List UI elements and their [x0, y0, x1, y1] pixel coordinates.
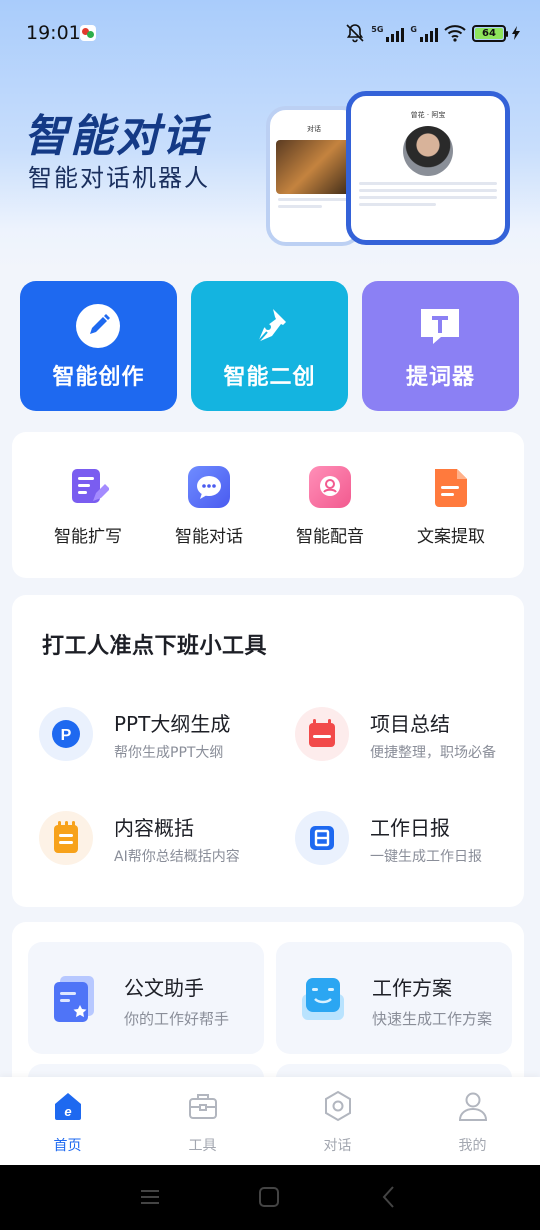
document-extract-icon — [430, 466, 472, 508]
ppt-icon: P — [39, 707, 93, 761]
tab-label: 工具 — [188, 1138, 217, 1154]
voice-icon — [309, 466, 351, 508]
smart-remix-card[interactable]: 智能二创 — [191, 281, 348, 411]
toolbox-icon — [188, 1094, 217, 1119]
mock-front-title: 曾花 · 阿宝 — [410, 111, 446, 119]
quick-action-voice[interactable]: 智能配音 — [266, 466, 394, 547]
back-icon[interactable] — [380, 1185, 398, 1209]
tool-desc: 一键生成工作日报 — [370, 849, 482, 865]
tool-title: 内容概括 — [114, 816, 194, 840]
pen-nib-icon — [257, 309, 286, 343]
bell-muted-icon — [345, 23, 365, 43]
smart-creation-card[interactable]: 智能创作 — [20, 281, 177, 411]
tool-title: PPT大纲生成 — [114, 712, 231, 736]
teleprompter-label: 提词器 — [405, 365, 475, 390]
feature-work-plan[interactable]: 工作方案 快速生成工作方案 — [276, 942, 512, 1054]
tab-chat[interactable]: 对话 — [270, 1089, 405, 1155]
daily-report-icon — [295, 811, 349, 865]
feature-title: 工作方案 — [372, 976, 452, 1000]
tool-title: 工作日报 — [370, 816, 450, 840]
tab-home[interactable]: e 首页 — [0, 1089, 135, 1155]
notepad-icon — [39, 811, 93, 865]
signal-5g-icon: 5G — [371, 24, 405, 42]
chat-bubble-icon — [188, 466, 230, 508]
user-icon — [458, 1092, 487, 1121]
quick-action-label: 智能对话 — [175, 527, 243, 547]
teleprompter-icon — [421, 309, 459, 344]
quick-action-label: 智能扩写 — [54, 527, 122, 547]
status-time: 19:01 — [26, 22, 81, 44]
tools-section-title: 打工人准点下班小工具 — [42, 634, 268, 659]
home-icon: e — [54, 1093, 81, 1120]
quick-action-label: 智能配音 — [296, 527, 364, 547]
tool-project-summary[interactable]: 项目总结 便捷整理，职场必备 — [268, 702, 508, 764]
tool-ppt-outline[interactable]: P PPT大纲生成 帮你生成PPT大纲 — [12, 702, 252, 764]
smart-creation-label: 智能创作 — [52, 365, 145, 390]
tool-title: 项目总结 — [370, 712, 450, 736]
quick-action-expand[interactable]: 智能扩写 — [24, 466, 152, 547]
smart-remix-label: 智能二创 — [223, 365, 316, 390]
tool-desc: AI帮你总结概括内容 — [114, 849, 240, 865]
quick-actions-panel: 智能扩写 智能对话 智能配音 文案提取 — [12, 432, 524, 578]
pencil-icon — [76, 304, 120, 348]
wifi-icon — [444, 24, 466, 42]
feature-desc: 你的工作好帮手 — [124, 1010, 230, 1028]
tool-desc: 便捷整理，职场必备 — [370, 745, 496, 761]
main-feature-cards: 智能创作 智能二创 提词器 — [20, 281, 520, 411]
work-plan-icon — [302, 978, 344, 1020]
tab-label: 我的 — [458, 1138, 487, 1154]
tab-label: 首页 — [53, 1138, 82, 1154]
tab-tools[interactable]: 工具 — [135, 1089, 270, 1155]
tool-desc: 帮你生成PPT大纲 — [114, 745, 224, 761]
quick-action-extract[interactable]: 文案提取 — [387, 466, 515, 547]
app-notification-icon — [80, 25, 96, 41]
features-panel: 公文助手 你的工作好帮手 工作方案 快速生成工作方案 — [12, 922, 524, 1102]
tool-content-summary[interactable]: 内容概括 AI帮你总结概括内容 — [12, 806, 252, 868]
quick-action-chat[interactable]: 智能对话 — [145, 466, 273, 547]
hero-title: 智能对话 — [24, 111, 208, 162]
system-navigation-bar — [0, 1165, 540, 1230]
official-doc-icon — [54, 976, 94, 1022]
svg-text:e: e — [64, 1104, 71, 1119]
calendar-icon — [295, 707, 349, 761]
feature-official-doc[interactable]: 公文助手 你的工作好帮手 — [28, 942, 264, 1054]
svg-text:P: P — [61, 727, 72, 744]
menu-icon[interactable] — [140, 1185, 160, 1209]
tool-daily-report[interactable]: 工作日报 一键生成工作日报 — [268, 806, 508, 868]
mock-avatar-image — [403, 126, 453, 176]
hero-phone-mockup-front: 曾花 · 阿宝 — [346, 91, 510, 245]
teleprompter-card[interactable]: 提词器 — [362, 281, 519, 411]
document-edit-icon — [67, 466, 110, 508]
quick-action-label: 文案提取 — [417, 527, 485, 547]
tab-me[interactable]: 我的 — [405, 1089, 540, 1155]
mock-back-title: 对话 — [307, 125, 321, 133]
battery-icon: 64 — [472, 24, 508, 42]
status-bar: 19:01 5G G 64 — [0, 0, 540, 66]
charging-icon — [512, 26, 520, 40]
hero-subtitle: 智能对话机器人 — [28, 164, 210, 192]
signal-g-icon: G — [410, 24, 438, 42]
feature-title: 公文助手 — [124, 976, 204, 1000]
home-square-icon[interactable] — [258, 1185, 280, 1209]
chat-hexagon-icon — [324, 1090, 351, 1122]
tools-panel: 打工人准点下班小工具 P PPT大纲生成 帮你生成PPT大纲 项目总结 便捷整理… — [12, 595, 524, 907]
mock-portrait-image — [276, 140, 352, 194]
feature-desc: 快速生成工作方案 — [372, 1010, 493, 1028]
bottom-tab-bar: e 首页 工具 对话 我的 — [0, 1077, 540, 1165]
tab-label: 对话 — [323, 1138, 352, 1154]
